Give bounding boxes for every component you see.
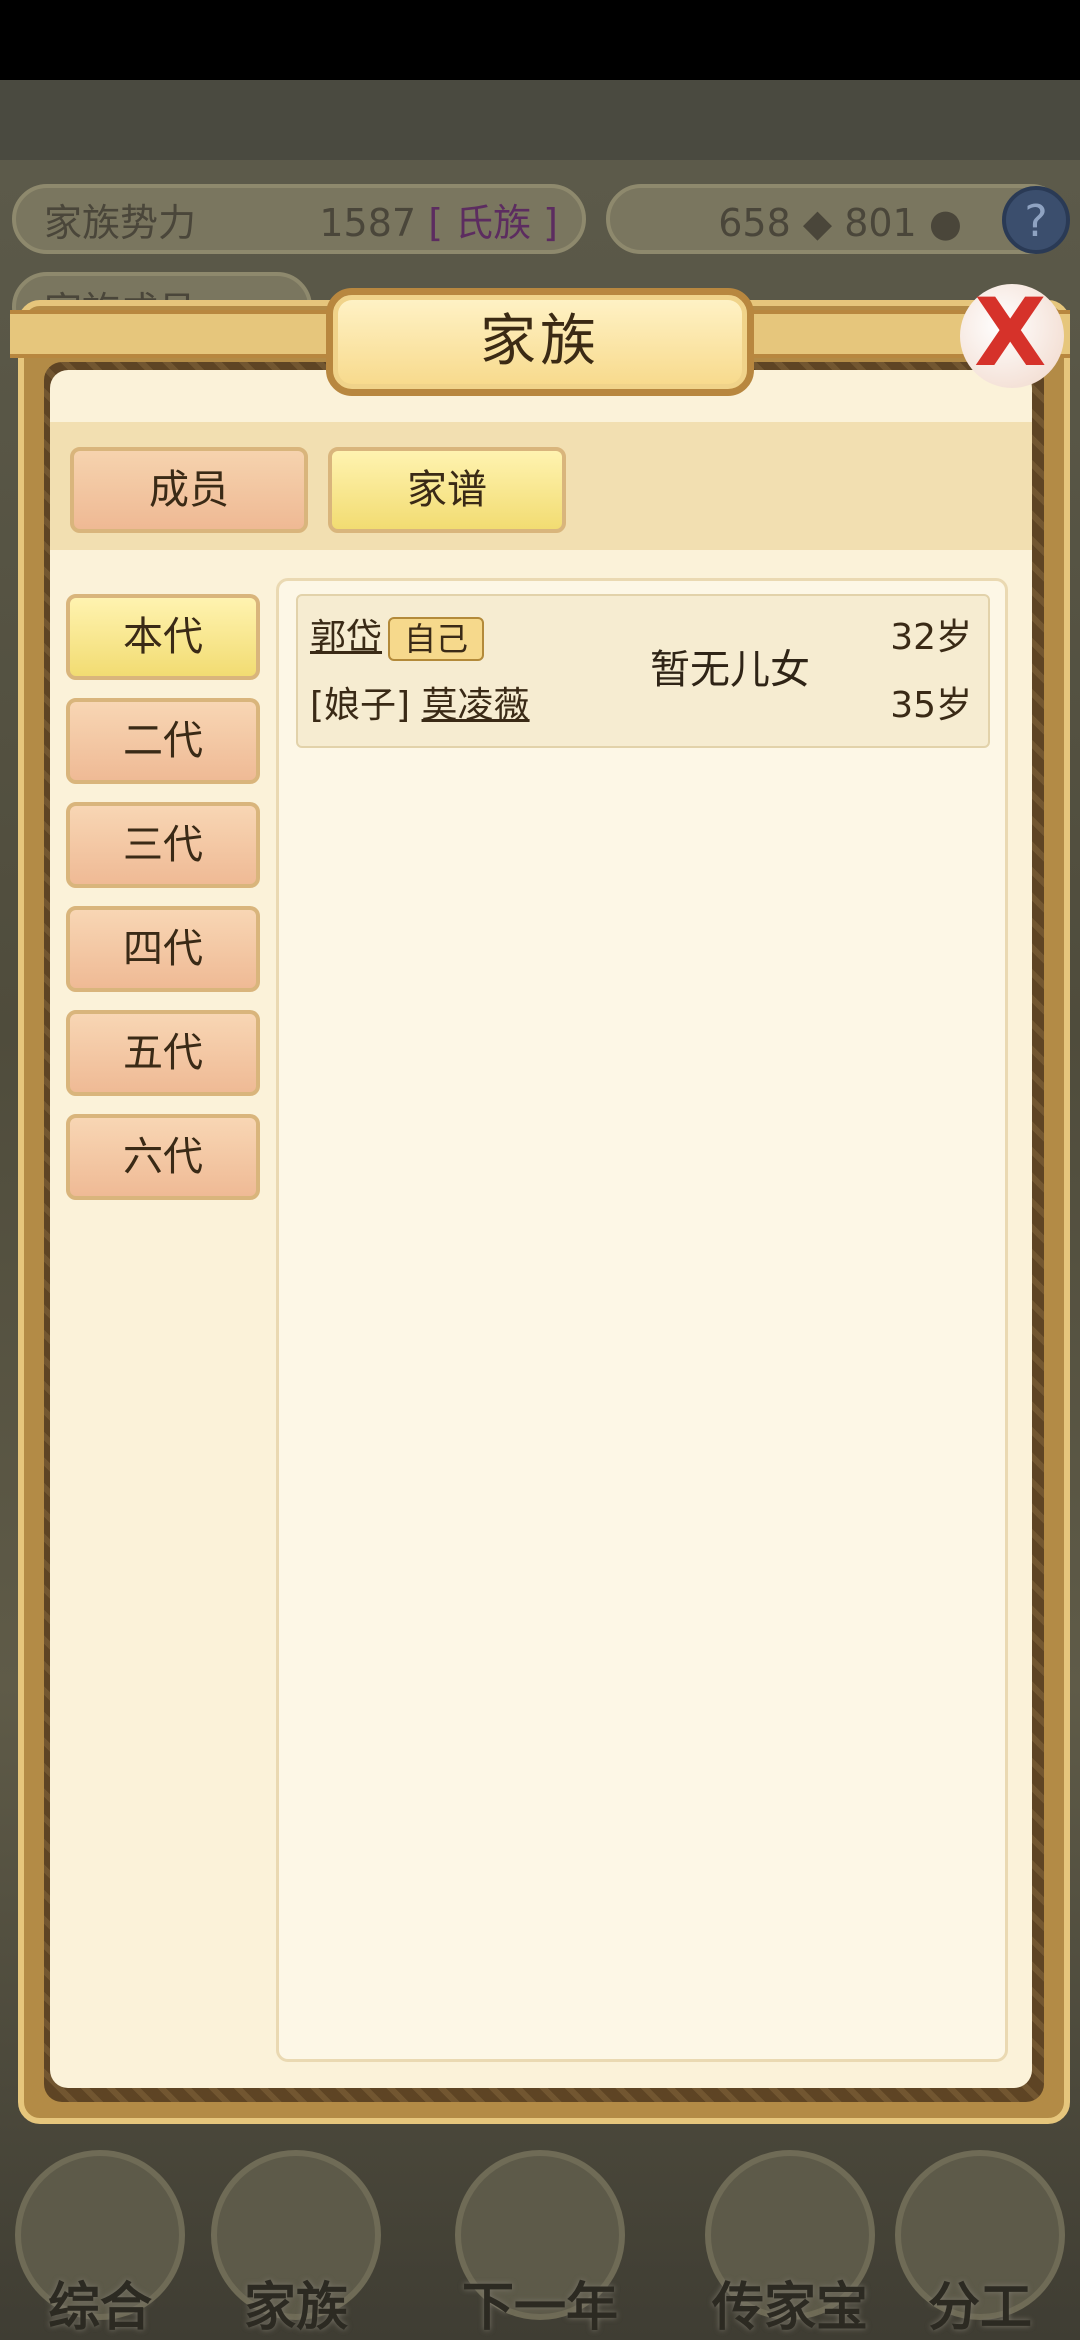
- coin-icon: ●: [928, 201, 962, 245]
- spouse-age: 35岁: [890, 685, 972, 726]
- self-row: 郭岱 自己: [310, 616, 485, 661]
- spouse-role: [娘子]: [310, 685, 411, 726]
- help-icon: ?: [1024, 196, 1048, 247]
- nav-overview[interactable]: 综合: [10, 2150, 190, 2340]
- clan-power-label: 家族势力: [44, 201, 197, 245]
- clan-power-stat: 家族势力 1587 [ 氏族 ]: [12, 184, 586, 254]
- currency-stat: 658 ◆ 801 ●: [606, 184, 1066, 254]
- spouse-row: [娘子] 莫凌薇: [310, 684, 530, 728]
- children-status: 暂无儿女: [650, 647, 810, 693]
- help-button[interactable]: ?: [1002, 186, 1070, 254]
- nav-label: 家族: [243, 2278, 348, 2338]
- close-icon: X: [974, 279, 1047, 388]
- generation-button-5[interactable]: 五代: [66, 1010, 260, 1096]
- generation-button-4[interactable]: 四代: [66, 906, 260, 992]
- spouse-name-link[interactable]: 莫凌薇: [422, 685, 530, 726]
- clan-power-value: 1587: [319, 201, 417, 245]
- coin-value: 801: [844, 201, 917, 245]
- bottom-nav: 综合 家族 下一年 传家宝 分工: [0, 2130, 1080, 2340]
- nav-clan[interactable]: 家族: [206, 2150, 386, 2340]
- close-button[interactable]: X: [960, 284, 1064, 388]
- silver-value: 658: [718, 201, 791, 245]
- clan-power-rank: [ 氏族 ]: [428, 201, 558, 245]
- nav-label: 综合: [47, 2278, 152, 2338]
- title-wing-left: [10, 310, 330, 358]
- self-age: 32岁: [890, 617, 972, 658]
- tab-family-tree[interactable]: 家谱: [328, 447, 566, 533]
- self-name-link[interactable]: 郭岱: [310, 617, 382, 658]
- top-strip: [0, 80, 1080, 160]
- nav-label: 下一年: [461, 2278, 618, 2338]
- generation-button-2[interactable]: 二代: [66, 698, 260, 784]
- nav-heirloom[interactable]: 传家宝: [700, 2150, 880, 2340]
- generation-button-6[interactable]: 六代: [66, 1114, 260, 1200]
- dialog-title: 家族: [480, 309, 600, 374]
- nav-next-year[interactable]: 下一年: [450, 2150, 630, 2340]
- nav-label: 分工: [927, 2278, 1032, 2338]
- nav-label: 传家宝: [711, 2278, 868, 2338]
- tab-members[interactable]: 成员: [70, 447, 308, 533]
- self-badge: 自己: [388, 617, 485, 661]
- generation-button-3[interactable]: 三代: [66, 802, 260, 888]
- nav-work[interactable]: 分工: [890, 2150, 1070, 2340]
- dialog-title-plate: 家族: [326, 288, 754, 396]
- family-tree-panel: [276, 578, 1008, 2062]
- silver-icon: ◆: [802, 201, 833, 245]
- generation-button-current[interactable]: 本代: [66, 594, 260, 680]
- status-bar: [0, 0, 1080, 80]
